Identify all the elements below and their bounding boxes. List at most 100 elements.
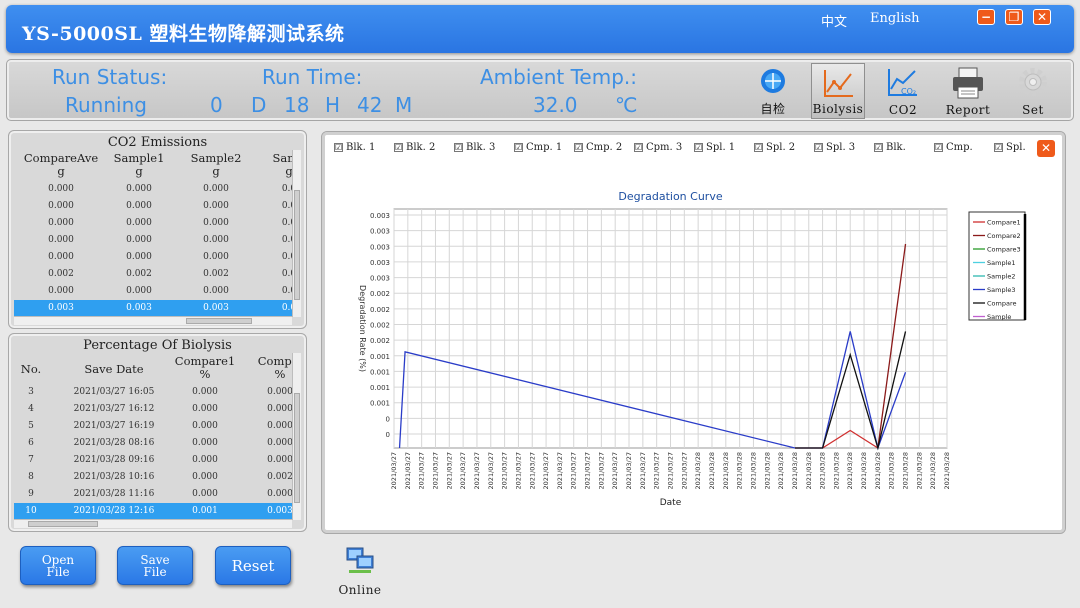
x-tick-label: 2021/03/28 bbox=[749, 452, 757, 489]
legend-entry: Compare2 bbox=[987, 232, 1021, 240]
series-checkbox[interactable]: ☑ Cmp. 1 bbox=[514, 142, 562, 153]
x-tick-label: 2021/03/27 bbox=[597, 452, 605, 489]
svg-text:CO₂: CO₂ bbox=[901, 87, 916, 96]
checkbox-checked-icon: ☑ bbox=[574, 143, 583, 152]
checkbox-checked-icon: ☑ bbox=[334, 143, 343, 152]
table-row[interactable]: 8 2021/03/28 10:16 0.000 0.002 bbox=[14, 469, 292, 486]
table-cell: 2021/03/28 08:16 bbox=[73, 438, 155, 448]
legend-entry: Sample1 bbox=[987, 259, 1016, 267]
y-tick-label: 0.002 bbox=[370, 306, 390, 314]
table-cell: 0.000 bbox=[192, 472, 218, 482]
table-cell: 0.000 bbox=[267, 421, 292, 431]
x-tick-label: 2021/03/28 bbox=[888, 452, 896, 489]
settings-button[interactable]: Set bbox=[1006, 63, 1060, 119]
series-checkbox[interactable]: ☑ Cmp. bbox=[934, 142, 973, 153]
series-checkbox[interactable]: ☑ Spl. 1 bbox=[694, 142, 735, 153]
table-row[interactable]: 0.000 0.000 0.000 0.0 bbox=[14, 232, 292, 249]
series-checkbox[interactable]: ☑ Cmp. 2 bbox=[574, 142, 622, 153]
report-button[interactable]: Report bbox=[941, 63, 995, 119]
table-cell: 0.000 bbox=[126, 235, 152, 245]
y-tick-label: 0.003 bbox=[370, 212, 390, 220]
table-row[interactable]: 0.000 0.000 0.000 0.0 bbox=[14, 198, 292, 215]
co2-horizontal-scrollbar[interactable] bbox=[14, 316, 292, 325]
open-file-button[interactable]: Open File bbox=[20, 546, 96, 585]
reset-button[interactable]: Reset bbox=[215, 546, 291, 585]
series-checkbox[interactable]: ☑ Blk. 3 bbox=[454, 142, 495, 153]
table-row[interactable]: 0.000 0.000 0.000 0.0 bbox=[14, 249, 292, 266]
checkbox-checked-icon: ☑ bbox=[874, 143, 883, 152]
co2-vertical-scrollbar[interactable] bbox=[292, 150, 301, 317]
close-button[interactable]: ✕ bbox=[1033, 9, 1051, 25]
table-cell: 0.000 bbox=[267, 489, 292, 499]
table-row[interactable]: 9 2021/03/28 11:16 0.000 0.000 bbox=[14, 486, 292, 503]
table-cell: 0.000 bbox=[48, 286, 74, 296]
restore-button[interactable]: ❐ bbox=[1005, 9, 1023, 25]
table-row[interactable]: 5 2021/03/27 16:19 0.000 0.000 bbox=[14, 418, 292, 435]
series-checkbox-label: Spl. bbox=[1006, 142, 1026, 153]
table-cell: 8 bbox=[28, 472, 34, 482]
x-tick-label: 2021/03/27 bbox=[431, 452, 439, 489]
x-tick-label: 2021/03/28 bbox=[805, 452, 813, 489]
x-tick-label: 2021/03/28 bbox=[943, 452, 951, 489]
table-cell: 6 bbox=[28, 438, 34, 448]
co2-emissions-panel: CO2 Emissions CompareAve Sample1 Sample2… bbox=[8, 130, 307, 329]
co2-header-sample2: Sample2 bbox=[190, 151, 242, 165]
table-row[interactable]: 0.002 0.002 0.002 0.0 bbox=[14, 266, 292, 283]
biolysis-panel: Percentage Of Biolysis No. Save Date Com… bbox=[8, 333, 307, 532]
run-status-label: Run Status: bbox=[52, 65, 168, 89]
table-cell: 0.0 bbox=[281, 218, 292, 228]
lang-english-button[interactable]: English bbox=[870, 11, 920, 26]
series-checkbox[interactable]: ☑ Spl. 2 bbox=[754, 142, 795, 153]
series-checkbox-bar: ☑ Blk. 1 ☑ Blk. 2 ☑ Blk. 3 ☑ Cmp. 1 ☑ Cmp. 2 ☑ Cpm.… bbox=[334, 142, 1034, 158]
table-cell: 0.003 bbox=[267, 506, 292, 516]
biolysis-title: Percentage Of Biolysis bbox=[83, 338, 232, 353]
co2-emissions-table[interactable]: CompareAve Sample1 Sample2 Samp g g g g … bbox=[14, 150, 292, 317]
table-row[interactable]: 0.003 0.003 0.003 0.0 bbox=[14, 300, 292, 317]
table-row[interactable]: 0.000 0.000 0.000 0.0 bbox=[14, 181, 292, 198]
table-cell: 0.000 bbox=[126, 286, 152, 296]
series-checkbox-label: Cmp. 2 bbox=[586, 142, 623, 153]
table-cell: 0.0 bbox=[281, 303, 292, 313]
table-cell: 0.000 bbox=[48, 201, 74, 211]
series-checkbox[interactable]: ☑ Cpm. 3 bbox=[634, 142, 682, 153]
biolysis-table[interactable]: No. Save Date Compare1 Compai % % 3 2021/… bbox=[14, 353, 292, 520]
series-checkbox[interactable]: ☑ Spl. bbox=[994, 142, 1026, 153]
y-tick-label: 0.001 bbox=[370, 400, 390, 408]
table-row[interactable]: 10 2021/03/28 12:16 0.001 0.003 bbox=[14, 503, 292, 520]
bio-horizontal-scrollbar[interactable] bbox=[14, 519, 292, 528]
table-row[interactable]: 0.000 0.000 0.000 0.0 bbox=[14, 283, 292, 300]
co2-emissions-title: CO2 Emissions bbox=[107, 135, 208, 150]
series-checkbox[interactable]: ☑ Blk. bbox=[874, 142, 906, 153]
series-checkbox[interactable]: ☑ Blk. 1 bbox=[334, 142, 375, 153]
series-checkbox[interactable]: ☑ Spl. 3 bbox=[814, 142, 855, 153]
x-tick-label: 2021/03/28 bbox=[763, 452, 771, 489]
degradation-chart: Degradation Curve 2021/03/27 2021/03/27 202… bbox=[358, 190, 1027, 508]
table-cell: 0.003 bbox=[203, 303, 229, 313]
x-tick-label: 2021/03/28 bbox=[722, 452, 730, 489]
table-row[interactable]: 4 2021/03/27 16:12 0.000 0.000 bbox=[14, 401, 292, 418]
table-cell: 0.000 bbox=[126, 184, 152, 194]
lang-chinese-button[interactable]: 中文 bbox=[821, 11, 847, 30]
self-check-button[interactable]: 自检 bbox=[746, 63, 800, 119]
checkbox-checked-icon: ☑ bbox=[394, 143, 403, 152]
table-cell: 0.000 bbox=[192, 404, 218, 414]
report-label: Report bbox=[945, 103, 991, 117]
checkbox-checked-icon: ☑ bbox=[454, 143, 463, 152]
table-row[interactable]: 0.000 0.000 0.000 0.0 bbox=[14, 215, 292, 232]
chart-close-button[interactable]: ✕ bbox=[1037, 140, 1055, 157]
table-row[interactable]: 6 2021/03/28 08:16 0.000 0.000 bbox=[14, 435, 292, 452]
bio-vertical-scrollbar[interactable] bbox=[292, 353, 301, 520]
online-label: Online bbox=[338, 583, 382, 597]
co2-button[interactable]: CO₂ CO2 bbox=[876, 63, 930, 119]
table-cell: 0.0 bbox=[281, 269, 292, 279]
table-row[interactable]: 7 2021/03/28 09:16 0.000 0.000 bbox=[14, 452, 292, 469]
minimize-button[interactable]: − bbox=[977, 9, 995, 25]
online-button[interactable]: Online bbox=[333, 546, 387, 598]
x-tick-label: 2021/03/27 bbox=[390, 452, 398, 489]
run-time-label: Run Time: bbox=[262, 65, 363, 89]
table-cell: 9 bbox=[28, 489, 34, 499]
biolysis-button[interactable]: Biolysis bbox=[811, 63, 865, 119]
table-row[interactable]: 3 2021/03/27 16:05 0.000 0.000 bbox=[14, 384, 292, 401]
series-checkbox[interactable]: ☑ Blk. 2 bbox=[394, 142, 435, 153]
save-file-button[interactable]: Save File bbox=[117, 546, 193, 585]
